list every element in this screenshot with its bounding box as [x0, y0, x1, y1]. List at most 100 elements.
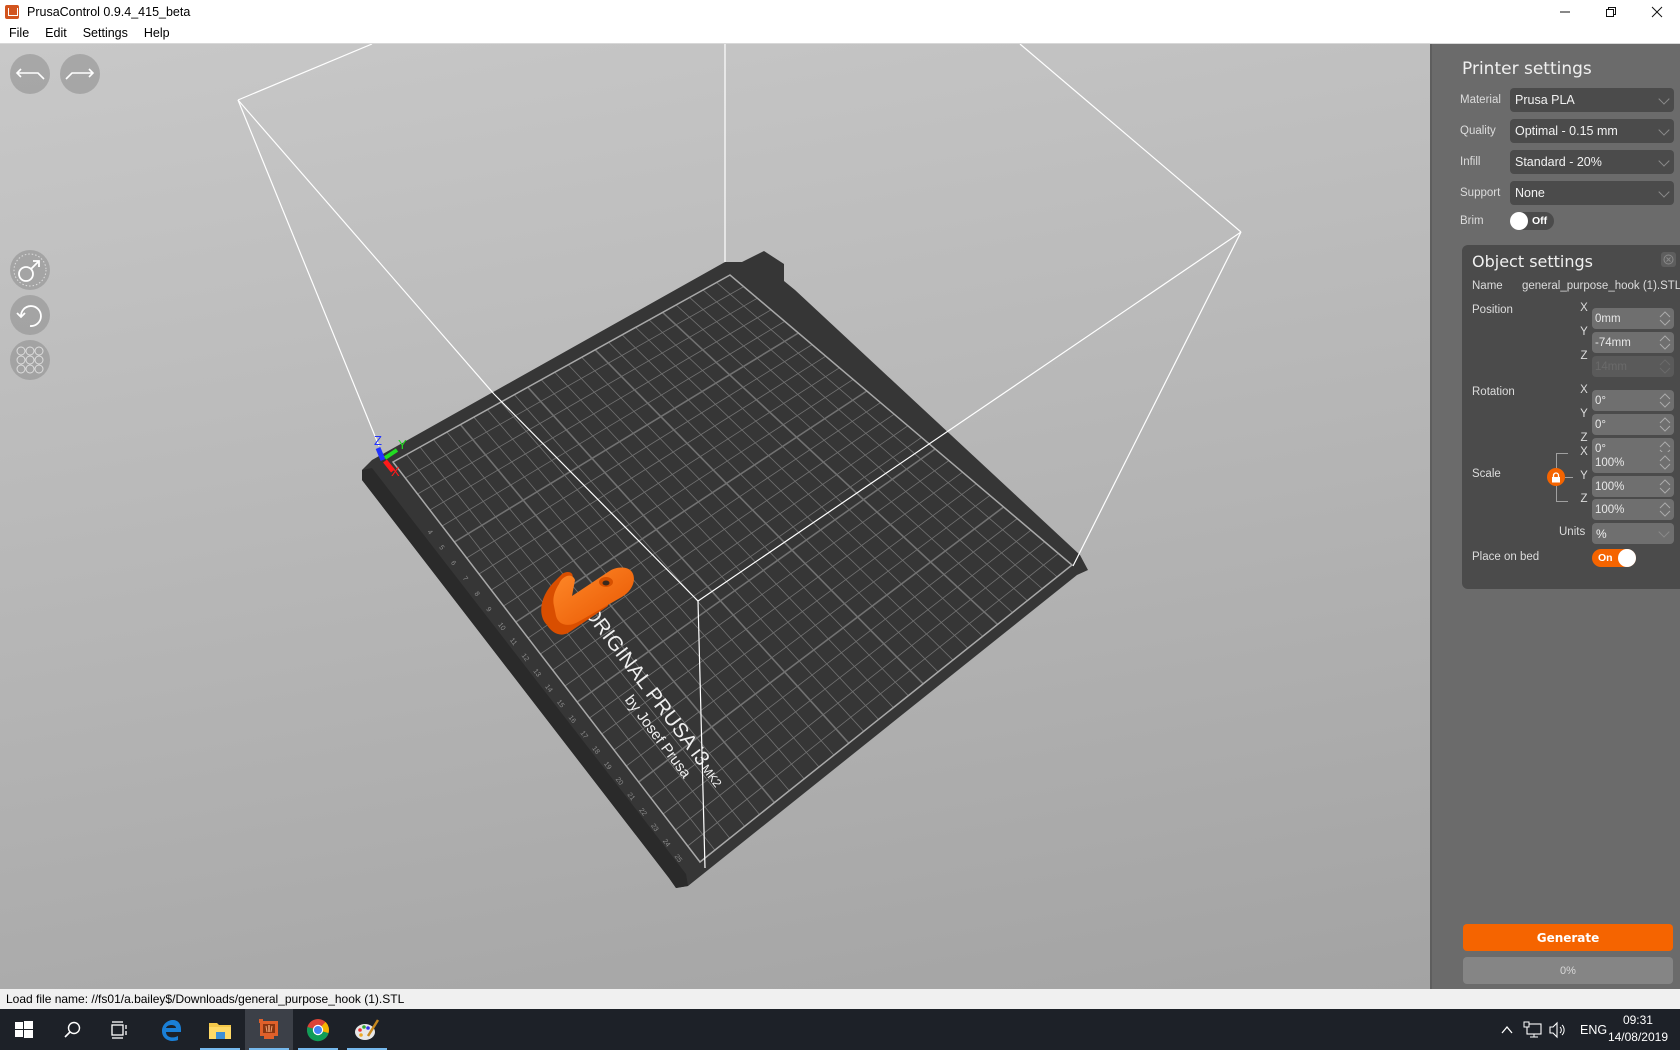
position-z-input: 14mm [1592, 356, 1674, 377]
rotation-x-letter: X [1580, 384, 1588, 396]
menu-settings[interactable]: Settings [75, 26, 136, 40]
3d-viewport[interactable]: 4 5 6 7 8 9 10 11 12 13 14 15 16 17 18 19 20 21 22 23 24 25 O… [0, 44, 1430, 989]
redo-button[interactable] [60, 54, 100, 94]
rotation-x-input[interactable]: 0° [1592, 390, 1674, 411]
y-axis-label: Y [398, 437, 407, 452]
scale-z-input[interactable]: 100% [1592, 499, 1674, 520]
scale-y-value: 100% [1595, 480, 1625, 493]
spin-arrows-icon[interactable] [1659, 392, 1671, 409]
brim-label: Brim [1460, 215, 1484, 227]
position-y-letter: Y [1580, 326, 1588, 338]
name-label: Name [1472, 280, 1503, 292]
arrange-dot [25, 364, 35, 374]
scale-x-value: 100% [1595, 456, 1625, 469]
rotation-y-input[interactable]: 0° [1592, 414, 1674, 435]
rotation-z-letter: Z [1580, 432, 1588, 444]
menu-edit[interactable]: Edit [37, 26, 75, 40]
move-tool-button[interactable] [10, 250, 50, 290]
brim-toggle-state: Off [1532, 215, 1548, 227]
search-button[interactable] [48, 1009, 96, 1050]
redo-arrow-icon [65, 68, 95, 80]
language-indicator[interactable]: ENG [1580, 1023, 1607, 1037]
z-axis-label: Z [374, 433, 382, 448]
undo-arrow-icon [15, 68, 45, 80]
title-bar: PrusaControl 0.9.4_415_beta [0, 0, 1680, 23]
undo-button[interactable] [10, 54, 50, 94]
object-reset-button[interactable] [1661, 252, 1676, 267]
spin-arrows-icon[interactable] [1659, 454, 1671, 471]
close-icon [1651, 6, 1663, 17]
scale-lock-toggle[interactable] [1547, 468, 1565, 486]
arrange-tool-button[interactable] [10, 340, 50, 380]
object-settings-title: Object settings [1472, 252, 1593, 271]
network-icon[interactable] [1523, 1021, 1543, 1039]
scale-x-input[interactable]: 100% [1592, 452, 1674, 473]
scale-z-value: 100% [1595, 503, 1625, 516]
clock-date: 14/08/2019 [1607, 1030, 1668, 1044]
taskbar-chrome[interactable] [294, 1009, 342, 1050]
hook-hole-inner [602, 580, 610, 586]
arrange-dot [25, 355, 35, 365]
spin-arrows-icon[interactable] [1659, 334, 1671, 351]
support-value: None [1515, 186, 1545, 200]
arrange-dot [16, 346, 26, 356]
chevron-up-icon[interactable] [1500, 1023, 1514, 1037]
minimize-icon [1560, 11, 1570, 12]
scale-y-input[interactable]: 100% [1592, 476, 1674, 497]
brim-toggle[interactable]: Off [1510, 212, 1554, 230]
material-select[interactable]: Prusa PLA [1510, 88, 1674, 112]
material-row: Material Prusa PLA [1460, 88, 1680, 112]
taskbar-prusacontrol[interactable] [245, 1009, 293, 1050]
clock-time: 09:31 [1622, 1013, 1653, 1027]
volume-icon[interactable] [1548, 1021, 1568, 1039]
spin-arrows-icon[interactable] [1659, 310, 1671, 327]
settings-panel: Printer settings Material Prusa PLA Qual… [1430, 44, 1680, 989]
material-label: Material [1460, 94, 1501, 106]
chevron-down-icon [1658, 124, 1670, 136]
clock[interactable]: 09:31 14/08/2019 [1608, 1012, 1668, 1046]
windows-start-icon [15, 1020, 33, 1038]
task-view-button[interactable] [96, 1009, 144, 1050]
chrome-icon [306, 1018, 329, 1041]
infill-select[interactable]: Standard - 20% [1510, 150, 1674, 174]
taskbar-paint[interactable] [343, 1009, 391, 1050]
chevron-down-icon [1658, 155, 1670, 167]
taskbar-file-explorer[interactable] [196, 1009, 244, 1050]
rotate-icon [16, 305, 42, 327]
spin-arrows-icon[interactable] [1659, 501, 1671, 518]
place-on-bed-toggle[interactable]: On [1592, 549, 1636, 567]
build-volume-back [237, 44, 1242, 268]
search-icon [64, 1021, 81, 1038]
arrange-dot [34, 346, 44, 356]
restore-button[interactable] [1588, 0, 1634, 23]
lock-icon [1552, 471, 1560, 482]
menu-help[interactable]: Help [136, 26, 178, 40]
scene-canvas[interactable]: 45678910111213141516171819202122232425 O… [0, 44, 1430, 989]
position-x-input[interactable]: 0mm [1592, 308, 1674, 329]
progress-text: 0% [1560, 964, 1576, 977]
rotate-tool-button[interactable] [10, 295, 50, 335]
menu-file[interactable]: File [0, 26, 37, 40]
position-label: Position [1472, 304, 1513, 316]
arrange-dot [34, 355, 44, 365]
arrange-grid-icon [16, 346, 44, 374]
scale-label: Scale [1472, 468, 1501, 480]
taskbar-edge[interactable] [147, 1009, 195, 1050]
spin-arrows-icon[interactable] [1659, 416, 1671, 433]
support-row: Support None [1460, 181, 1680, 205]
spin-arrows-icon[interactable] [1659, 478, 1671, 495]
quality-select[interactable]: Optimal - 0.15 mm [1510, 119, 1674, 143]
position-y-value: -74mm [1595, 336, 1631, 349]
generate-button[interactable]: Generate [1463, 924, 1673, 951]
close-button[interactable] [1634, 0, 1680, 23]
support-select[interactable]: None [1510, 181, 1674, 205]
scale-x-letter: X [1580, 446, 1588, 458]
start-button[interactable] [0, 1009, 48, 1050]
minimize-button[interactable] [1542, 0, 1588, 23]
arrange-dot [16, 355, 26, 365]
taskbar: ENG 09:31 14/08/2019 [0, 1009, 1680, 1050]
position-y-input[interactable]: -74mm [1592, 332, 1674, 353]
quality-row: Quality Optimal - 0.15 mm [1460, 119, 1680, 143]
toggle-knob [1618, 549, 1636, 567]
units-select[interactable]: % [1592, 523, 1674, 544]
